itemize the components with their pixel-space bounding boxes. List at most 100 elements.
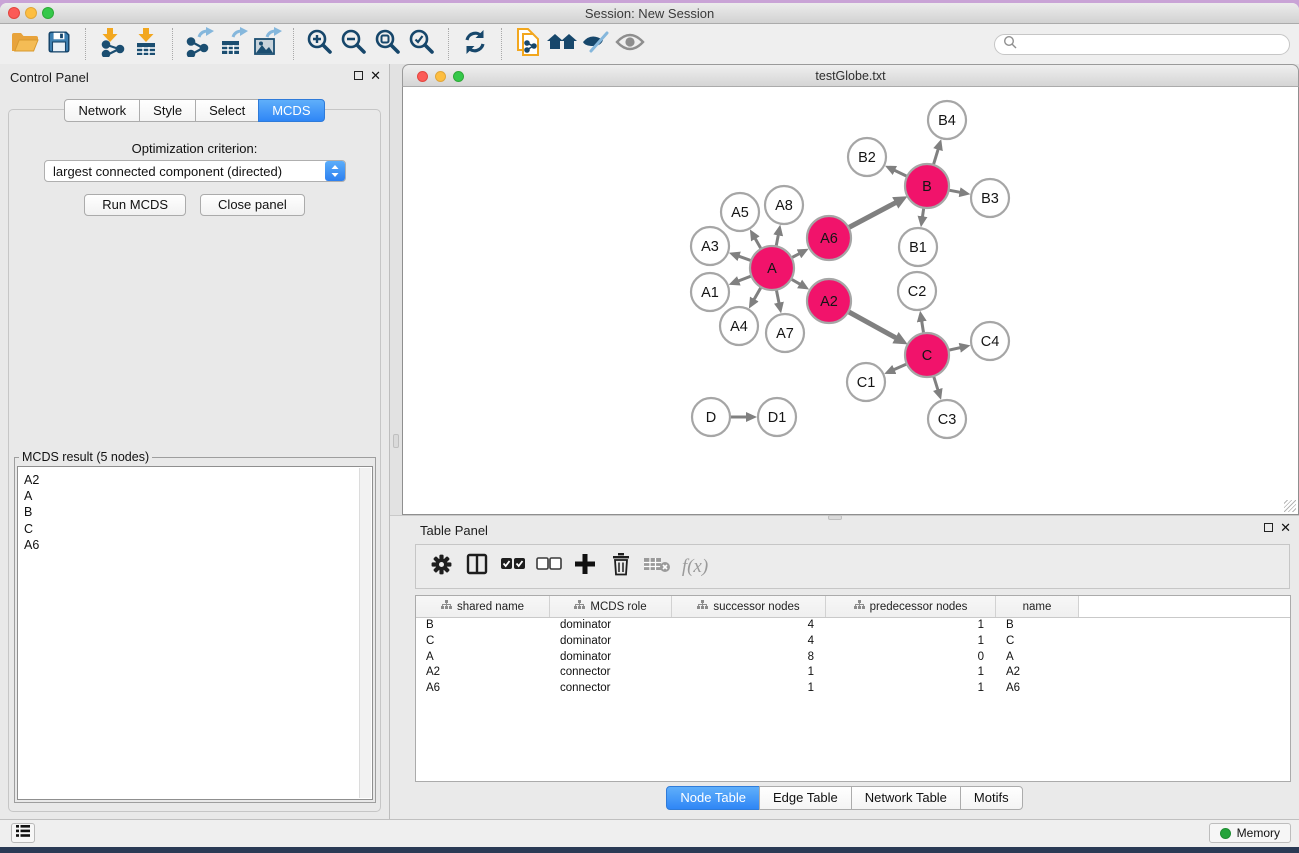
show-graphics-icon [615, 31, 645, 58]
status-bar: Memory [0, 819, 1299, 847]
zoom-fit-icon [374, 28, 402, 61]
export-network-button[interactable] [182, 27, 216, 61]
task-history-button[interactable] [11, 823, 35, 843]
list-icon [16, 824, 30, 842]
result-item[interactable]: A [24, 488, 372, 504]
toolbar-separator [501, 28, 502, 60]
tab-edge-table[interactable]: Edge Table [759, 786, 852, 810]
window-title: Session: New Session [0, 6, 1299, 21]
node-B2[interactable]: B2 [848, 138, 886, 176]
zoom-fit-button[interactable] [371, 27, 405, 61]
node-B4[interactable]: B4 [928, 101, 966, 139]
tab-motifs[interactable]: Motifs [960, 786, 1023, 810]
table-row[interactable]: A6connector11A6 [416, 681, 1290, 697]
node-A3[interactable]: A3 [691, 227, 729, 265]
table-row[interactable]: Adominator80A [416, 650, 1290, 666]
memory-button[interactable]: Memory [1209, 823, 1291, 843]
right-pane: testGlobe.txt B4 B2 B B3 A5A8 A6 B1 A3 A C2 A1 A2 A4… [390, 64, 1299, 820]
refresh-button[interactable] [458, 27, 492, 61]
result-item[interactable]: B [24, 504, 372, 520]
svg-text:D: D [706, 410, 716, 426]
import-network-button[interactable] [95, 27, 129, 61]
table-row[interactable]: Cdominator41C [416, 634, 1290, 650]
tab-select[interactable]: Select [195, 99, 259, 122]
show-graphics-button[interactable] [613, 27, 647, 61]
criterion-select[interactable]: largest connected component (directed) [44, 160, 346, 182]
svg-text:D1: D1 [768, 410, 787, 426]
zoom-in-button[interactable] [303, 27, 337, 61]
close-panel-icon[interactable]: ✕ [1280, 522, 1291, 533]
result-item[interactable]: C [24, 521, 372, 537]
node-A4[interactable]: A4 [720, 307, 758, 345]
deselect-all-button[interactable] [534, 552, 564, 582]
node-A7[interactable]: A7 [766, 314, 804, 352]
tab-network-table[interactable]: Network Table [851, 786, 961, 810]
delete-row-button[interactable] [606, 552, 636, 582]
node-A6[interactable]: A6 [807, 216, 851, 260]
node-C3[interactable]: C3 [928, 400, 966, 438]
node-B1[interactable]: B1 [899, 228, 937, 266]
column-header-predecessor-nodes[interactable]: predecessor nodes [826, 596, 996, 617]
settings-gear-button[interactable] [426, 552, 456, 582]
zoom-selected-button[interactable] [405, 27, 439, 61]
zoom-out-button[interactable] [337, 27, 371, 61]
tab-node-table[interactable]: Node Table [666, 786, 760, 810]
tab-style[interactable]: Style [139, 99, 196, 122]
node-C[interactable]: C [905, 333, 949, 377]
column-header-name[interactable]: name [996, 596, 1079, 617]
tab-network[interactable]: Network [64, 99, 140, 122]
tab-mcds[interactable]: MCDS [258, 99, 324, 122]
function-builder-button[interactable]: f(x) [678, 552, 708, 582]
float-panel-icon[interactable] [1264, 523, 1273, 532]
resize-handle[interactable] [1284, 500, 1296, 512]
home-button[interactable] [545, 27, 579, 61]
cell: 0 [826, 650, 996, 666]
node-C2[interactable]: C2 [898, 272, 936, 310]
node-A2[interactable]: A2 [807, 279, 851, 323]
node-D[interactable]: D [692, 398, 730, 436]
table-row[interactable]: Bdominator41B [416, 618, 1290, 634]
column-header-MCDS-role[interactable]: MCDS role [550, 596, 672, 617]
select-all-button[interactable] [498, 552, 528, 582]
splitter-handle-horizontal[interactable] [828, 515, 842, 520]
node-A[interactable]: A [750, 246, 794, 290]
cell: A [996, 650, 1079, 666]
close-panel-icon[interactable]: ✕ [370, 70, 381, 81]
export-image-icon [252, 27, 282, 62]
open-session-button[interactable] [8, 27, 42, 61]
duplicate-network-button[interactable] [511, 27, 545, 61]
node-C1[interactable]: C1 [847, 363, 885, 401]
table-tabs: Node TableEdge TableNetwork TableMotifs [390, 786, 1299, 810]
save-session-button[interactable] [42, 27, 76, 61]
export-table-button[interactable] [216, 27, 250, 61]
node-B[interactable]: B [905, 164, 949, 208]
node-C4[interactable]: C4 [971, 322, 1009, 360]
result-scrollbar[interactable] [359, 468, 371, 798]
search-field[interactable] [994, 34, 1290, 55]
search-input[interactable] [1022, 37, 1281, 53]
node-D1[interactable]: D1 [758, 398, 796, 436]
import-network-icon [97, 27, 127, 62]
splitter-handle-vertical[interactable] [393, 434, 399, 448]
node-A5[interactable]: A5 [721, 193, 759, 231]
column-header-successor-nodes[interactable]: successor nodes [672, 596, 826, 617]
delete-table-button[interactable] [642, 552, 672, 582]
result-item[interactable]: A6 [24, 537, 372, 553]
close-panel-button[interactable]: Close panel [200, 194, 305, 216]
show-columns-button[interactable] [462, 552, 492, 582]
result-item[interactable]: A2 [24, 472, 372, 488]
network-window-title: testGlobe.txt [403, 69, 1298, 83]
import-table-button[interactable] [129, 27, 163, 61]
export-image-button[interactable] [250, 27, 284, 61]
hide-graphics-button[interactable] [579, 27, 613, 61]
node-A8[interactable]: A8 [765, 186, 803, 224]
svg-text:A6: A6 [820, 231, 838, 247]
table-row[interactable]: A2connector11A2 [416, 665, 1290, 681]
node-B3[interactable]: B3 [971, 179, 1009, 217]
add-row-button[interactable] [570, 552, 600, 582]
column-header-shared-name[interactable]: shared name [416, 596, 550, 617]
run-mcds-button[interactable]: Run MCDS [84, 194, 186, 216]
float-panel-icon[interactable] [354, 71, 363, 80]
network-canvas[interactable]: B4 B2 B B3 A5A8 A6 B1 A3 A C2 A1 A2 A4A7 C4 C C1 D D1 C3 [402, 87, 1299, 515]
node-A1[interactable]: A1 [691, 273, 729, 311]
